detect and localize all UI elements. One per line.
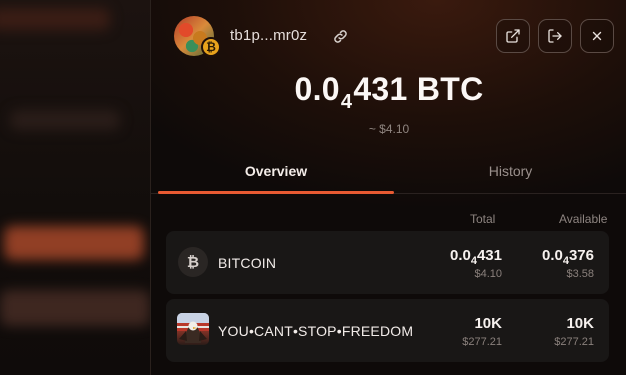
bitcoin-icon: ₿ [178, 247, 208, 277]
open-external-button[interactable] [496, 19, 530, 53]
asset-row-bitcoin[interactable]: ₿ BITCOIN 0.04431 $4.10 0.04376 $3.58 [166, 231, 609, 294]
balance-digits: 431 [353, 71, 408, 107]
asset-available-amount: 10K [566, 315, 594, 332]
wallet-balance: 0.04431 BTC [151, 71, 626, 113]
balance-unit: BTC [416, 71, 484, 107]
external-link-icon [506, 29, 520, 43]
background-blur-block [0, 290, 150, 326]
wallet-panel: ₿ tb1p...mr0z 0.04431 BTC ~ $4.10 Overvi… [150, 0, 626, 375]
logout-button[interactable] [538, 19, 572, 53]
asset-row-freedom[interactable]: YOU•CANT•STOP•FREEDOM 10K $277.21 10K $2… [166, 299, 609, 362]
asset-available-usd: $3.58 [566, 268, 594, 280]
asset-name: YOU•CANT•STOP•FREEDOM [218, 323, 414, 339]
column-header-available: Available [559, 212, 608, 226]
asset-available-usd: $277.21 [554, 336, 594, 348]
tab-overview[interactable]: Overview [158, 163, 394, 179]
asset-total-usd: $277.21 [462, 336, 502, 348]
link-icon[interactable] [330, 26, 350, 46]
wallet-address: tb1p...mr0z [230, 27, 308, 44]
background-app [0, 0, 150, 375]
asset-name: BITCOIN [218, 255, 277, 271]
freedom-eagle-icon [177, 313, 209, 345]
asset-total-usd: $4.10 [474, 268, 502, 280]
wallet-header: ₿ tb1p...mr0z [151, 0, 626, 70]
background-blur-block [10, 110, 120, 130]
bitcoin-badge-icon: ₿ [201, 37, 221, 57]
asset-total-amount: 0.04431 [449, 247, 502, 267]
column-header-total: Total [470, 212, 496, 226]
close-icon [592, 31, 602, 41]
background-blur-block [0, 8, 110, 30]
background-blur-block [4, 226, 144, 260]
close-button[interactable] [580, 19, 614, 53]
active-tab-indicator [158, 191, 394, 194]
asset-total-amount: 10K [474, 315, 502, 332]
balance-prefix: 0.0 [294, 71, 340, 107]
balance-zero-count: 4 [340, 91, 353, 113]
tab-history[interactable]: History [394, 163, 626, 179]
logout-icon [548, 29, 562, 43]
balance-fiat: ~ $4.10 [368, 122, 410, 136]
tab-bar: Overview History [151, 150, 626, 194]
asset-available-amount: 0.04376 [541, 247, 594, 267]
